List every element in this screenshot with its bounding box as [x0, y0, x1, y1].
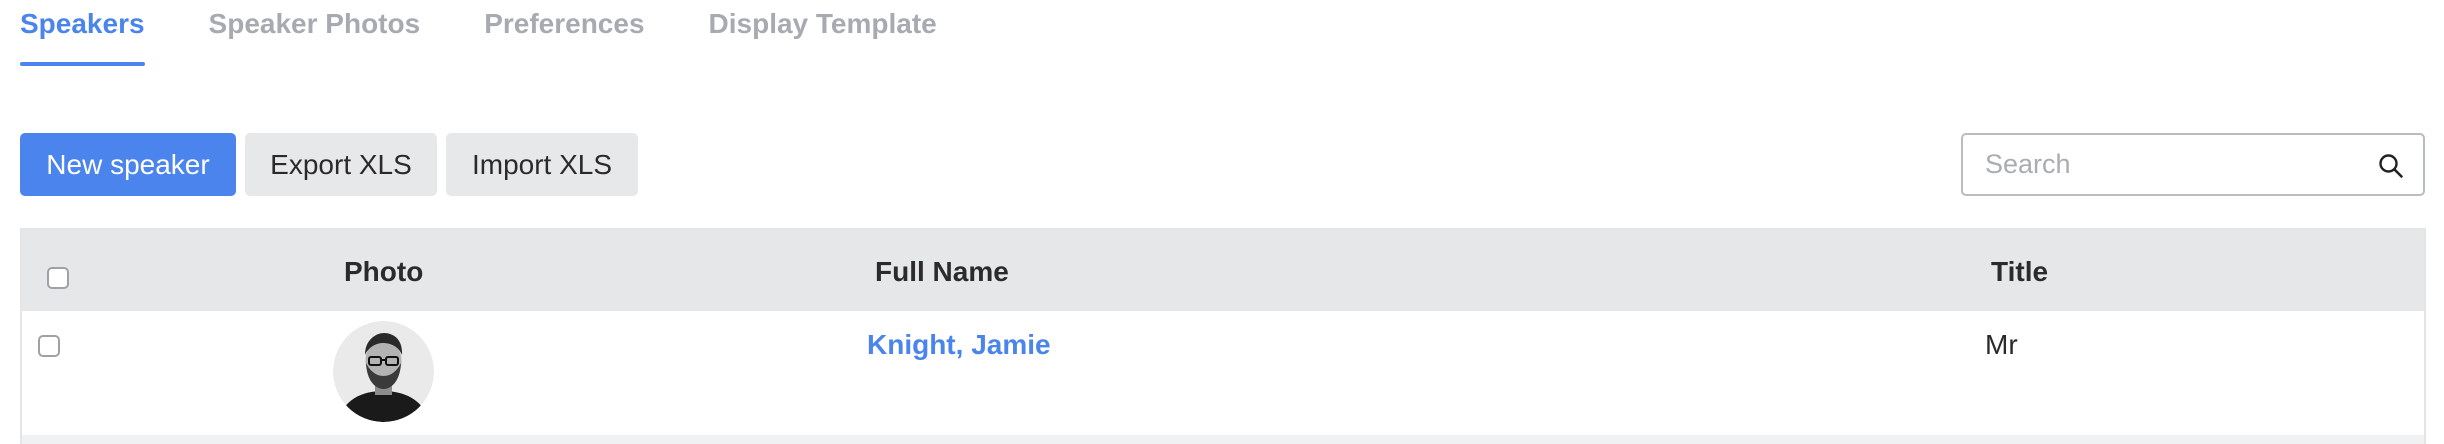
export-xls-button[interactable]: Export XLS — [245, 133, 437, 196]
speaker-name-link[interactable]: Knight, Jamie — [867, 329, 1051, 361]
column-header-title[interactable]: Title — [1991, 256, 2048, 288]
search-input[interactable] — [1963, 134, 2377, 195]
tab-speakers[interactable]: Speakers — [20, 0, 145, 66]
tab-display-template[interactable]: Display Template — [709, 0, 937, 60]
column-header-full-name[interactable]: Full Name — [875, 256, 1009, 288]
tab-speaker-photos[interactable]: Speaker Photos — [209, 0, 421, 60]
table-header: Photo Full Name Title — [22, 230, 2424, 311]
speaker-title: Mr — [1985, 329, 2018, 360]
search-icon[interactable] — [2377, 152, 2405, 180]
select-all-checkbox[interactable] — [47, 267, 69, 289]
tab-bar: Speakers Speaker Photos Preferences Disp… — [20, 0, 1001, 68]
speaker-photo — [333, 321, 434, 422]
next-row-partial — [22, 435, 2424, 444]
tab-preferences[interactable]: Preferences — [484, 0, 644, 60]
search-box — [1961, 133, 2425, 196]
row-checkbox[interactable] — [38, 335, 60, 357]
table-row[interactable]: Knight, Jamie Mr — [22, 311, 2424, 435]
speakers-page: Speakers Speaker Photos Preferences Disp… — [0, 0, 2444, 444]
import-xls-button[interactable]: Import XLS — [446, 133, 638, 196]
speakers-table: Photo Full Name Title Knight, Jamie Mr — [20, 228, 2426, 444]
column-header-photo[interactable]: Photo — [344, 256, 423, 288]
new-speaker-button[interactable]: New speaker — [20, 133, 236, 196]
toolbar: New speaker Export XLS Import XLS — [20, 133, 638, 196]
